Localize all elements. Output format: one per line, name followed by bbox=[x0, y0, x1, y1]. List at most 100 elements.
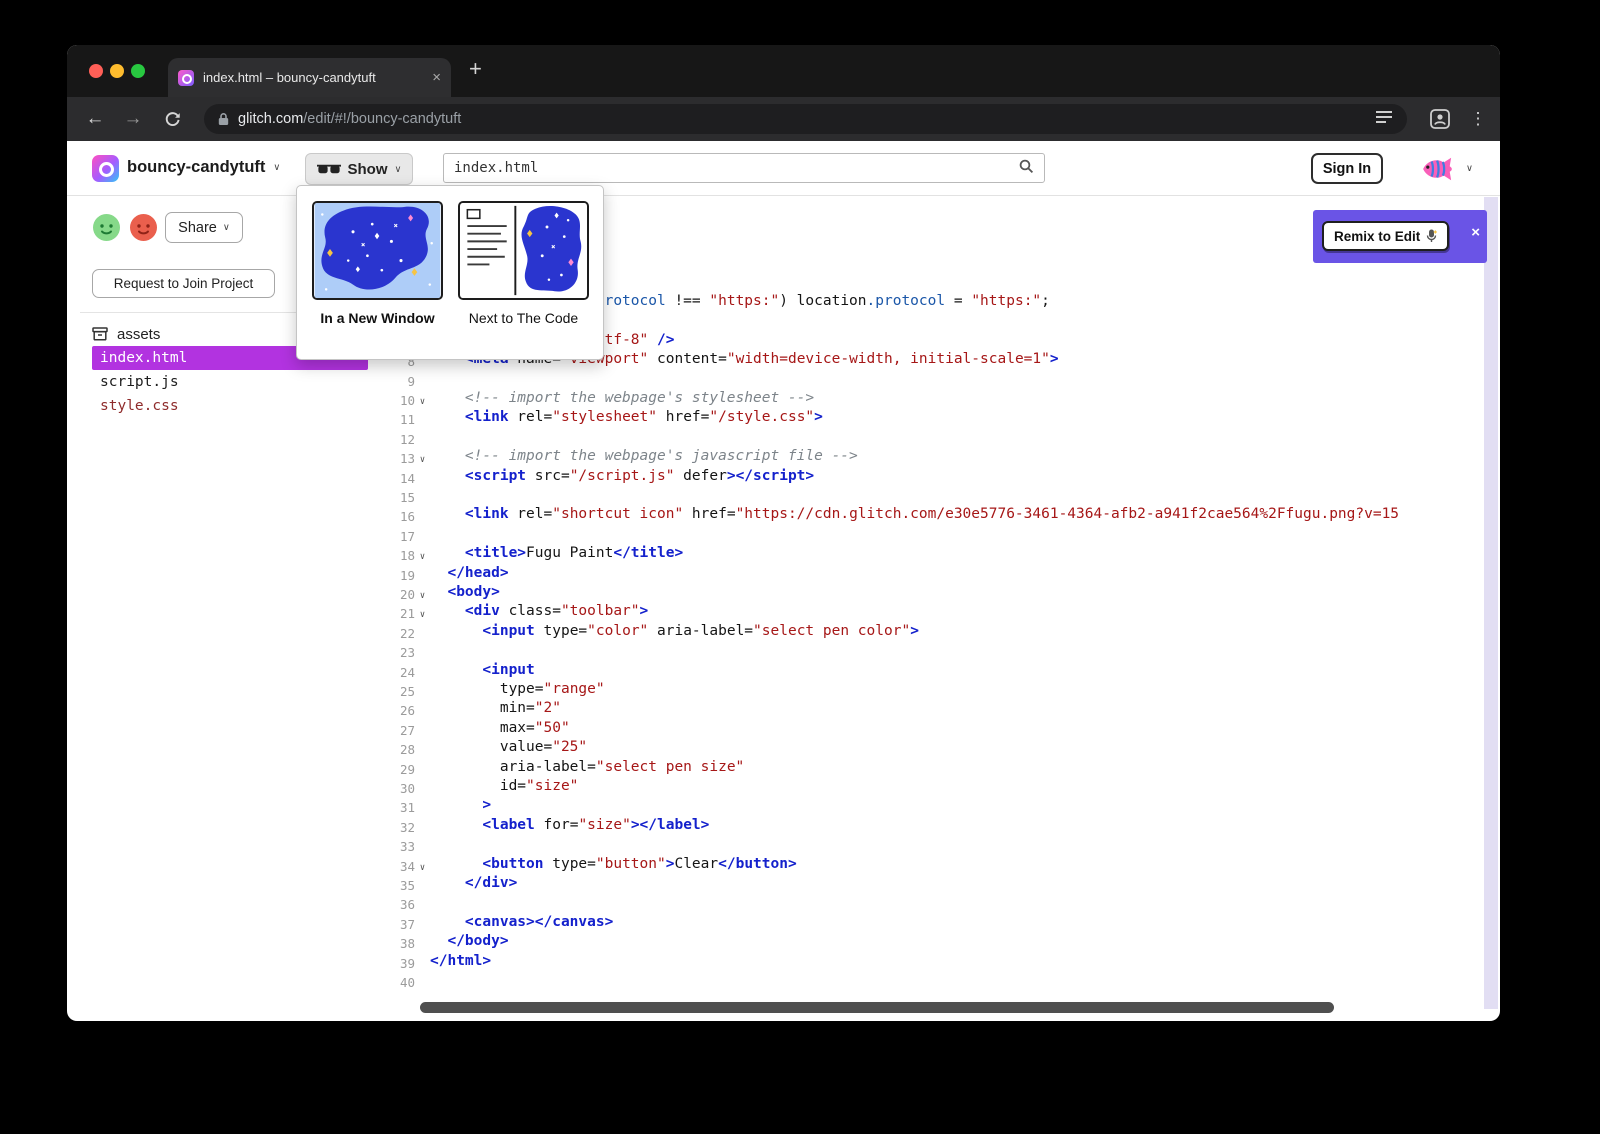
code-line-content: <title>Fugu Paint</title> bbox=[430, 544, 1483, 564]
code-line-12: 12 bbox=[375, 428, 1483, 448]
code-line-content: <link rel="stylesheet" href="/style.css"… bbox=[430, 408, 1483, 428]
fold-chevron-icon[interactable]: ∨ bbox=[415, 602, 430, 622]
glitch-logo[interactable] bbox=[92, 155, 119, 182]
browser-menu-icon[interactable]: ⋮ bbox=[1465, 97, 1491, 141]
line-number: 29 bbox=[375, 758, 415, 778]
user-avatar-button[interactable]: ∨ bbox=[1418, 153, 1478, 184]
fold-chevron-icon[interactable]: ∨ bbox=[415, 389, 430, 409]
banner-close-icon[interactable]: × bbox=[1471, 224, 1480, 241]
browser-tab[interactable]: index.html – bouncy-candytuft × bbox=[168, 58, 451, 97]
member-avatar-green[interactable] bbox=[92, 213, 121, 242]
line-number: 30 bbox=[375, 777, 415, 797]
line-number: 39 bbox=[375, 952, 415, 972]
code-line-content: <canvas></canvas> bbox=[430, 913, 1483, 933]
code-line-content bbox=[430, 835, 1483, 855]
line-number: 38 bbox=[375, 932, 415, 952]
vertical-scrollbar[interactable] bbox=[1484, 197, 1498, 1009]
fold-chevron-icon[interactable]: ∨ bbox=[415, 855, 430, 875]
code-line-content bbox=[430, 428, 1483, 448]
line-number: 20 bbox=[375, 583, 415, 603]
fold-gutter bbox=[415, 408, 430, 428]
line-number: 18 bbox=[375, 544, 415, 564]
forward-button[interactable]: → bbox=[117, 97, 149, 141]
code-line-content: </html> bbox=[430, 952, 1483, 972]
code-line-28: 28 value="25" bbox=[375, 738, 1483, 758]
line-number: 31 bbox=[375, 796, 415, 816]
request-join-button[interactable]: Request to Join Project bbox=[92, 269, 275, 298]
member-avatar-red[interactable] bbox=[129, 213, 158, 242]
code-line-25: 25 type="range" bbox=[375, 680, 1483, 700]
remix-banner: Remix to Edit × bbox=[1313, 210, 1487, 263]
code-line-11: 11 <link rel="stylesheet" href="/style.c… bbox=[375, 408, 1483, 428]
fold-chevron-icon[interactable]: ∨ bbox=[415, 447, 430, 467]
code-line-17: 17 bbox=[375, 525, 1483, 545]
file-item-style.css[interactable]: style.css bbox=[92, 394, 368, 418]
code-line-34: 34∨ <button type="button">Clear</button> bbox=[375, 855, 1483, 875]
traffic-light-zoom[interactable] bbox=[131, 64, 145, 78]
code-line-content: </body> bbox=[430, 932, 1483, 952]
fold-gutter bbox=[415, 699, 430, 719]
code-line-content: <input type="color" aria-label="select p… bbox=[430, 622, 1483, 642]
code-line-26: 26 min="2" bbox=[375, 699, 1483, 719]
show-button[interactable]: Show ∨ bbox=[305, 153, 413, 185]
fold-gutter bbox=[415, 719, 430, 739]
url-domain: glitch.com bbox=[238, 111, 303, 127]
code-line-content: <script src="/script.js" defer></script> bbox=[430, 467, 1483, 487]
sidebar-item-assets[interactable]: assets bbox=[92, 323, 160, 345]
profile-icon[interactable] bbox=[1425, 97, 1455, 141]
reload-button[interactable] bbox=[157, 97, 187, 141]
fold-gutter bbox=[415, 467, 430, 487]
fish-avatar bbox=[1418, 155, 1460, 183]
fold-gutter bbox=[415, 835, 430, 855]
option-next-to-code[interactable]: Next to The Code bbox=[458, 201, 589, 359]
back-button[interactable]: ← bbox=[79, 97, 111, 141]
share-button[interactable]: Share ∨ bbox=[165, 212, 243, 243]
new-tab-button[interactable]: + bbox=[469, 56, 482, 82]
fold-gutter bbox=[415, 486, 430, 506]
code-line-content: <body> bbox=[430, 583, 1483, 603]
reading-list-icon[interactable] bbox=[1375, 110, 1393, 129]
lock-icon bbox=[218, 112, 229, 126]
fold-gutter bbox=[415, 932, 430, 952]
reload-icon bbox=[164, 111, 181, 128]
line-number: 34 bbox=[375, 855, 415, 875]
remix-to-edit-button[interactable]: Remix to Edit bbox=[1322, 221, 1449, 251]
assets-icon bbox=[92, 327, 108, 341]
code-line-32: 32 <label for="size"></label> bbox=[375, 816, 1483, 836]
code-line-10: 10∨ <!-- import the webpage's stylesheet… bbox=[375, 389, 1483, 409]
line-number: 11 bbox=[375, 408, 415, 428]
show-options-menu: In a New Window bbox=[296, 185, 604, 360]
code-line-content: min="2" bbox=[430, 699, 1483, 719]
project-name-button[interactable]: bouncy-candytuft ∨ bbox=[127, 158, 280, 177]
horizontal-scrollbar-thumb[interactable] bbox=[420, 1002, 1334, 1013]
code-line-content: <input bbox=[430, 661, 1483, 681]
code-line-19: 19 </head> bbox=[375, 564, 1483, 584]
line-number: 9 bbox=[375, 370, 415, 390]
line-number: 32 bbox=[375, 816, 415, 836]
fold-gutter bbox=[415, 661, 430, 681]
line-number: 21 bbox=[375, 602, 415, 622]
line-number: 28 bbox=[375, 738, 415, 758]
code-line-content: </head> bbox=[430, 564, 1483, 584]
address-bar[interactable]: glitch.com/edit/#!/bouncy-candytuft bbox=[204, 104, 1407, 134]
file-search-input[interactable]: index.html bbox=[443, 153, 1045, 183]
sign-in-button[interactable]: Sign In bbox=[1311, 153, 1383, 184]
option-new-window[interactable]: In a New Window bbox=[312, 201, 443, 359]
fold-gutter bbox=[415, 680, 430, 700]
fold-chevron-icon[interactable]: ∨ bbox=[415, 583, 430, 603]
fold-gutter bbox=[415, 816, 430, 836]
line-number: 16 bbox=[375, 505, 415, 525]
fold-chevron-icon[interactable]: ∨ bbox=[415, 544, 430, 564]
sign-in-label: Sign In bbox=[1323, 161, 1371, 177]
traffic-light-minimize[interactable] bbox=[110, 64, 124, 78]
share-label: Share bbox=[178, 220, 217, 236]
code-line-29: 29 aria-label="select pen size" bbox=[375, 758, 1483, 778]
fold-gutter bbox=[415, 428, 430, 448]
tab-close-icon[interactable]: × bbox=[432, 69, 441, 86]
file-item-script.js[interactable]: script.js bbox=[92, 370, 368, 394]
code-line-40: 40 bbox=[375, 971, 1483, 991]
fold-gutter bbox=[415, 370, 430, 390]
chevron-down-icon: ∨ bbox=[1466, 163, 1473, 174]
code-line-21: 21∨ <div class="toolbar"> bbox=[375, 602, 1483, 622]
traffic-light-close[interactable] bbox=[89, 64, 103, 78]
